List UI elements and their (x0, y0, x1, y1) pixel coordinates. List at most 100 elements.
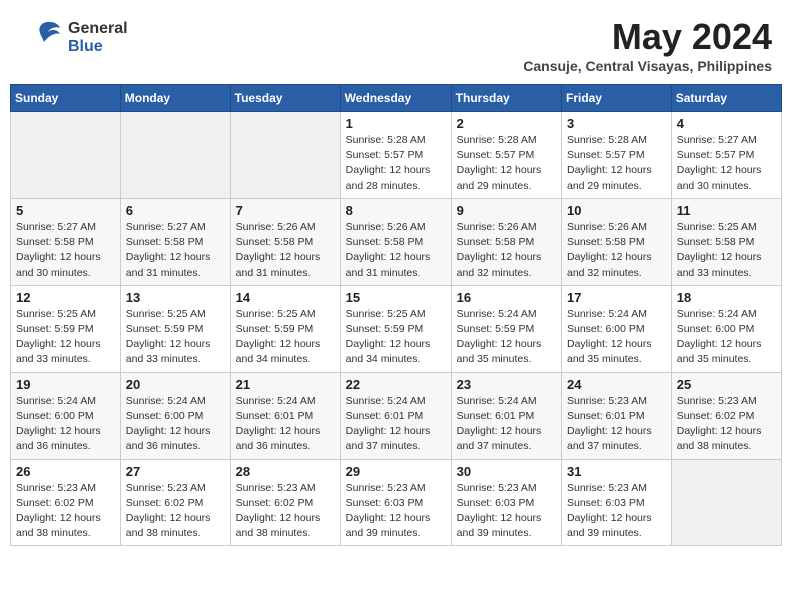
day-info: Sunrise: 5:27 AM Sunset: 5:58 PM Dayligh… (16, 221, 101, 279)
day-number: 12 (16, 290, 115, 305)
calendar-week-row: 12 Sunrise: 5:25 AM Sunset: 5:59 PM Dayli… (11, 285, 782, 372)
day-info: Sunrise: 5:23 AM Sunset: 6:02 PM Dayligh… (236, 482, 321, 540)
day-info: Sunrise: 5:25 AM Sunset: 5:58 PM Dayligh… (677, 221, 762, 279)
calendar-cell: 23 Sunrise: 5:24 AM Sunset: 6:01 PM Dayli… (451, 372, 561, 459)
day-number: 27 (126, 464, 225, 479)
calendar-cell: 30Sunrise: 5:23 AM Sunset: 6:03 PM Dayli… (451, 459, 561, 546)
day-info: Sunrise: 5:24 AM Sunset: 6:00 PM Dayligh… (677, 308, 762, 366)
calendar-cell: 26 Sunrise: 5:23 AM Sunset: 6:02 PM Dayli… (11, 459, 121, 546)
logo-general: General (68, 20, 128, 38)
day-number: 17 (567, 290, 666, 305)
calendar-cell: 5 Sunrise: 5:27 AM Sunset: 5:58 PM Daylig… (11, 198, 121, 285)
page-header: General Blue May 2024 Cansuje, Central V… (10, 10, 782, 80)
day-info: Sunrise: 5:24 AM Sunset: 6:01 PM Dayligh… (457, 395, 542, 453)
day-number: 19 (16, 377, 115, 392)
day-number: 5 (16, 203, 115, 218)
calendar-week-row: 1 Sunrise: 5:28 AM Sunset: 5:57 PM Daylig… (11, 112, 782, 199)
day-number: 6 (126, 203, 225, 218)
logo: General Blue (20, 16, 128, 60)
day-info: Sunrise: 5:24 AM Sunset: 5:59 PM Dayligh… (457, 308, 542, 366)
logo-blue: Blue (68, 38, 128, 56)
calendar-cell: 8 Sunrise: 5:26 AM Sunset: 5:58 PM Daylig… (340, 198, 451, 285)
calendar-cell (230, 112, 340, 199)
month-year-title: May 2024 (523, 16, 772, 58)
day-info: Sunrise: 5:28 AM Sunset: 5:57 PM Dayligh… (346, 134, 431, 192)
day-info: Sunrise: 5:25 AM Sunset: 5:59 PM Dayligh… (346, 308, 431, 366)
day-info: Sunrise: 5:28 AM Sunset: 5:57 PM Dayligh… (567, 134, 652, 192)
weekday-header-row: SundayMondayTuesdayWednesdayThursdayFrid… (11, 85, 782, 112)
day-info: Sunrise: 5:23 AM Sunset: 6:02 PM Dayligh… (126, 482, 211, 540)
calendar-cell: 17Sunrise: 5:24 AM Sunset: 6:00 PM Dayli… (562, 285, 672, 372)
day-info: Sunrise: 5:27 AM Sunset: 5:58 PM Dayligh… (126, 221, 211, 279)
day-info: Sunrise: 5:26 AM Sunset: 5:58 PM Dayligh… (236, 221, 321, 279)
day-info: Sunrise: 5:23 AM Sunset: 6:02 PM Dayligh… (16, 482, 101, 540)
day-number: 31 (567, 464, 666, 479)
day-info: Sunrise: 5:24 AM Sunset: 6:00 PM Dayligh… (16, 395, 101, 453)
day-number: 9 (457, 203, 556, 218)
title-section: May 2024 Cansuje, Central Visayas, Phili… (523, 16, 772, 74)
calendar-cell: 12 Sunrise: 5:25 AM Sunset: 5:59 PM Dayli… (11, 285, 121, 372)
day-info: Sunrise: 5:25 AM Sunset: 5:59 PM Dayligh… (236, 308, 321, 366)
day-number: 3 (567, 116, 666, 131)
calendar-week-row: 19 Sunrise: 5:24 AM Sunset: 6:00 PM Dayli… (11, 372, 782, 459)
weekday-header-wednesday: Wednesday (340, 85, 451, 112)
day-number: 8 (346, 203, 446, 218)
weekday-header-friday: Friday (562, 85, 672, 112)
day-number: 14 (236, 290, 335, 305)
day-number: 25 (677, 377, 776, 392)
calendar-cell: 21Sunrise: 5:24 AM Sunset: 6:01 PM Dayli… (230, 372, 340, 459)
day-number: 11 (677, 203, 776, 218)
weekday-header-tuesday: Tuesday (230, 85, 340, 112)
calendar-week-row: 5 Sunrise: 5:27 AM Sunset: 5:58 PM Daylig… (11, 198, 782, 285)
calendar-cell: 22Sunrise: 5:24 AM Sunset: 6:01 PM Dayli… (340, 372, 451, 459)
day-info: Sunrise: 5:26 AM Sunset: 5:58 PM Dayligh… (346, 221, 431, 279)
day-number: 1 (346, 116, 446, 131)
calendar-cell (11, 112, 121, 199)
calendar-cell: 28Sunrise: 5:23 AM Sunset: 6:02 PM Dayli… (230, 459, 340, 546)
calendar-cell: 27 Sunrise: 5:23 AM Sunset: 6:02 PM Dayli… (120, 459, 230, 546)
day-info: Sunrise: 5:23 AM Sunset: 6:03 PM Dayligh… (567, 482, 652, 540)
weekday-header-sunday: Sunday (11, 85, 121, 112)
day-number: 15 (346, 290, 446, 305)
calendar-cell: 15 Sunrise: 5:25 AM Sunset: 5:59 PM Dayli… (340, 285, 451, 372)
day-number: 23 (457, 377, 556, 392)
day-number: 10 (567, 203, 666, 218)
day-info: Sunrise: 5:23 AM Sunset: 6:03 PM Dayligh… (457, 482, 542, 540)
day-info: Sunrise: 5:25 AM Sunset: 5:59 PM Dayligh… (126, 308, 211, 366)
day-info: Sunrise: 5:23 AM Sunset: 6:01 PM Dayligh… (567, 395, 652, 453)
location-subtitle: Cansuje, Central Visayas, Philippines (523, 58, 772, 74)
calendar-cell: 7 Sunrise: 5:26 AM Sunset: 5:58 PM Daylig… (230, 198, 340, 285)
calendar-cell: 3 Sunrise: 5:28 AM Sunset: 5:57 PM Daylig… (562, 112, 672, 199)
day-number: 26 (16, 464, 115, 479)
calendar-cell: 4 Sunrise: 5:27 AM Sunset: 5:57 PM Daylig… (671, 112, 781, 199)
day-info: Sunrise: 5:26 AM Sunset: 5:58 PM Dayligh… (567, 221, 652, 279)
day-number: 16 (457, 290, 556, 305)
calendar-cell: 2 Sunrise: 5:28 AM Sunset: 5:57 PM Daylig… (451, 112, 561, 199)
day-info: Sunrise: 5:24 AM Sunset: 6:01 PM Dayligh… (346, 395, 431, 453)
logo-mark (20, 16, 60, 60)
day-info: Sunrise: 5:23 AM Sunset: 6:03 PM Dayligh… (346, 482, 431, 540)
day-info: Sunrise: 5:27 AM Sunset: 5:57 PM Dayligh… (677, 134, 762, 192)
day-info: Sunrise: 5:28 AM Sunset: 5:57 PM Dayligh… (457, 134, 542, 192)
day-info: Sunrise: 5:24 AM Sunset: 6:01 PM Dayligh… (236, 395, 321, 453)
weekday-header-saturday: Saturday (671, 85, 781, 112)
logo-svg (20, 16, 64, 60)
day-number: 24 (567, 377, 666, 392)
day-number: 18 (677, 290, 776, 305)
day-number: 2 (457, 116, 556, 131)
calendar-cell: 31 Sunrise: 5:23 AM Sunset: 6:03 PM Dayli… (562, 459, 672, 546)
calendar-cell: 29 Sunrise: 5:23 AM Sunset: 6:03 PM Dayli… (340, 459, 451, 546)
calendar-cell: 14 Sunrise: 5:25 AM Sunset: 5:59 PM Dayli… (230, 285, 340, 372)
day-number: 7 (236, 203, 335, 218)
calendar-week-row: 26 Sunrise: 5:23 AM Sunset: 6:02 PM Dayli… (11, 459, 782, 546)
day-info: Sunrise: 5:25 AM Sunset: 5:59 PM Dayligh… (16, 308, 101, 366)
day-number: 4 (677, 116, 776, 131)
calendar-cell (671, 459, 781, 546)
weekday-header-monday: Monday (120, 85, 230, 112)
day-number: 29 (346, 464, 446, 479)
calendar-cell: 20Sunrise: 5:24 AM Sunset: 6:00 PM Dayli… (120, 372, 230, 459)
calendar-cell: 25Sunrise: 5:23 AM Sunset: 6:02 PM Dayli… (671, 372, 781, 459)
day-number: 13 (126, 290, 225, 305)
day-info: Sunrise: 5:26 AM Sunset: 5:58 PM Dayligh… (457, 221, 542, 279)
calendar-cell: 10 Sunrise: 5:26 AM Sunset: 5:58 PM Dayli… (562, 198, 672, 285)
